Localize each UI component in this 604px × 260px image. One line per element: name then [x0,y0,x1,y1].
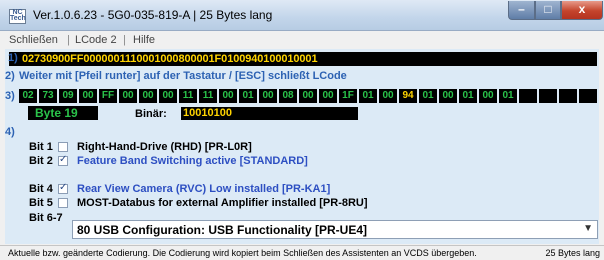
byte-cell[interactable]: FF [97,89,117,103]
byte-cell[interactable]: 00 [437,89,457,103]
bit67-dropdown[interactable]: 80 USB Configuration: USB Functionality … [72,220,598,239]
section-number: 1) [8,52,18,64]
byte-cell[interactable]: 11 [177,89,197,103]
bit4-label: Bit 4 [29,183,53,195]
maximize-button[interactable]: □ [535,1,561,20]
content-area: 1) 02730900FF0000001110001000800001F0100… [5,49,599,244]
bit67-selected-value: 80 USB Configuration: USB Functionality … [77,223,368,237]
byte-cell[interactable]: 00 [297,89,317,103]
bit1-description: Right-Hand-Drive (RHD) [PR-L0R] [77,141,252,153]
byte-cell[interactable]: 11 [197,89,217,103]
byte-cell[interactable]: 09 [57,89,77,103]
byte-cell[interactable]: 02 [17,89,37,103]
status-bar: Aktuelle bzw. geänderte Codierung. Die C… [0,245,604,260]
byte-cell[interactable]: 00 [77,89,97,103]
bit2-description: Feature Band Switching active [STANDARD] [77,155,308,167]
byte-cell[interactable]: 08 [277,89,297,103]
section-number: 4) [5,126,15,138]
byte-cell[interactable]: 01 [357,89,377,103]
byte-cell[interactable]: 01 [237,89,257,103]
menu-separator: | [123,34,126,46]
bit67-label: Bit 6-7 [29,212,63,224]
byte-cell-empty [517,89,537,103]
section-number: 3) [5,90,15,102]
menu-schliessen[interactable]: Schließen [9,34,58,46]
bit2-label: Bit 2 [29,155,53,167]
title-bar[interactable]: NC Tech Ver.1.0.6.23 - 5G0-035-819-A | 2… [0,0,604,31]
section-number: 2) [5,70,15,82]
byte-cell[interactable]: 94 [397,89,417,103]
menu-hilfe[interactable]: Hilfe [133,34,155,46]
byte-cell-empty [537,89,557,103]
byte-cell[interactable]: 00 [117,89,137,103]
bit1-label: Bit 1 [29,141,53,153]
bit5-checkbox[interactable] [58,198,68,208]
status-message: Aktuelle bzw. geänderte Codierung. Die C… [8,248,477,258]
bit4-checkbox[interactable] [58,182,68,194]
byte-cell[interactable]: 00 [137,89,157,103]
byte-cell[interactable]: 00 [257,89,277,103]
chevron-down-icon: ▼ [583,223,593,234]
byte-cell[interactable]: 01 [417,89,437,103]
menu-lcode2[interactable]: LCode 2 [75,34,117,46]
byte-cell[interactable]: 00 [377,89,397,103]
menu-bar: Schließen | LCode 2 | Hilfe [5,31,599,49]
binary-value[interactable]: 10010100 [181,107,358,120]
close-button[interactable]: x [561,1,603,20]
window-title: Ver.1.0.6.23 - 5G0-035-819-A | 25 Bytes … [33,8,273,22]
byte-cell-empty [557,89,577,103]
byte-cell[interactable]: 00 [217,89,237,103]
byte-cell[interactable]: 00 [317,89,337,103]
minimize-button[interactable]: – [508,1,535,20]
lcode-window: NC Tech Ver.1.0.6.23 - 5G0-035-819-A | 2… [0,0,604,260]
bit1-checkbox[interactable] [58,142,68,152]
byte-editor-row: 02 73 09 00 FF 00 00 00 11 11 00 01 00 08 00 00 1F 01 00 94… [17,89,597,103]
menu-separator: | [67,34,70,46]
binary-label: Binär: [135,108,167,120]
bit5-label: Bit 5 [29,197,53,209]
byte-cell[interactable]: 1F [337,89,357,103]
byte-cell[interactable]: 00 [477,89,497,103]
byte-cell[interactable]: 73 [37,89,57,103]
selected-byte-label: Byte 19 [28,106,98,120]
byte-cell[interactable]: 01 [497,89,517,103]
bit4-description: Rear View Camera (RVC) Low installed [PR… [77,183,331,195]
instruction-text: Weiter mit [Pfeil runter] auf der Tastat… [19,70,347,82]
byte-cell[interactable]: 00 [157,89,177,103]
bit5-description: MOST-Databus for external Amplifier inst… [77,197,368,209]
app-logo-icon: NC Tech [9,9,26,24]
byte-cell[interactable]: 01 [457,89,477,103]
bit2-checkbox[interactable] [58,154,68,166]
byte-cell-empty [577,89,597,103]
status-length: 25 Bytes lang [545,248,600,258]
full-coding-value[interactable]: 02730900FF0000001110001000800001F0100940… [22,53,318,65]
full-coding-field[interactable]: 1) 02730900FF0000001110001000800001F0100… [8,52,597,66]
